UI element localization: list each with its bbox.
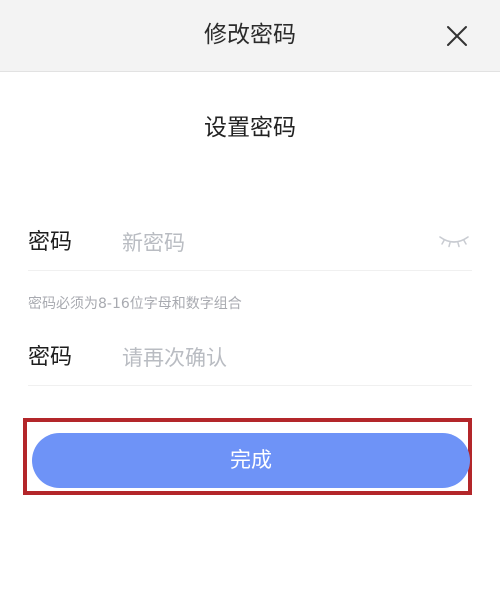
- page-title: 修改密码: [204, 22, 296, 48]
- password-visibility-toggle[interactable]: [436, 227, 472, 257]
- section-title: 设置密码: [204, 115, 296, 141]
- confirm-password-row: 密码: [28, 330, 472, 386]
- close-icon: [447, 26, 467, 46]
- password-rule-hint: 密码必须为8-16位字母和数字组合: [28, 296, 242, 312]
- eye-closed-icon: [439, 236, 469, 248]
- confirm-password-input[interactable]: [122, 330, 422, 386]
- confirm-password-label: 密码: [28, 345, 73, 370]
- done-button[interactable]: 完成: [32, 433, 470, 488]
- close-button[interactable]: [438, 17, 476, 55]
- top-bar: 修改密码: [0, 0, 500, 72]
- divider: [28, 270, 472, 271]
- new-password-row: 密码: [28, 215, 472, 271]
- divider: [28, 385, 472, 386]
- new-password-input[interactable]: [122, 215, 422, 271]
- change-password-screen: 修改密码 设置密码 密码 密码必须为8-16位字母和数字组合 密码 完成: [0, 0, 500, 608]
- new-password-label: 密码: [28, 230, 73, 255]
